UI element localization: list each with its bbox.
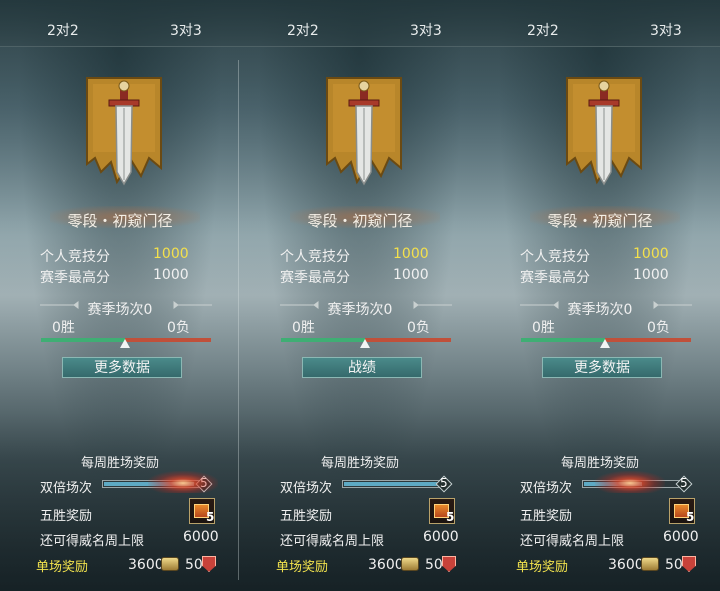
tab-2v2[interactable]: 2对2 bbox=[287, 20, 319, 40]
tab-2v2[interactable]: 2对2 bbox=[47, 20, 79, 40]
double-matches-label: 双倍场次 bbox=[520, 481, 573, 496]
badge-reward-value: 50 bbox=[665, 557, 683, 573]
right-ornament-icon bbox=[653, 301, 692, 309]
right-ornament-icon bbox=[173, 301, 212, 309]
rank-emblem-icon bbox=[566, 77, 642, 186]
more-data-button[interactable]: 更多数据 bbox=[542, 357, 662, 378]
double-matches-label: 双倍场次 bbox=[280, 481, 333, 496]
coin-icon bbox=[401, 557, 419, 571]
shield-icon bbox=[682, 556, 696, 572]
mode-tabs: 2对2 3对3 bbox=[240, 0, 480, 47]
wins-count: 0胜 bbox=[52, 320, 75, 336]
prestige-cap-label: 还可得威名周上限 bbox=[40, 534, 145, 549]
tab-2v2[interactable]: 2对2 bbox=[527, 20, 559, 40]
season-high-label: 赛季最高分 bbox=[280, 270, 350, 286]
arena-panel-1: 2对2 3对3 零段・初窥门径 个人竞技分 1000 赛季最高分 1000 赛季… bbox=[240, 0, 480, 591]
badge-reward-value: 50 bbox=[425, 557, 443, 573]
chest-quantity: 5 bbox=[686, 510, 695, 524]
weekly-reward-title: 每周胜场奖励 bbox=[560, 456, 639, 471]
coin-reward-value: 3600 bbox=[128, 557, 164, 573]
losses-count: 0负 bbox=[647, 320, 670, 336]
personal-score-value: 1000 bbox=[633, 246, 669, 262]
arena-panel-3: 2对2 3对3 零段・初窥门径 个人竞技分 1000 赛季最高分 1000 赛季… bbox=[0, 0, 240, 591]
double-matches-label: 双倍场次 bbox=[40, 481, 93, 496]
double-matches-count: 5 bbox=[680, 476, 688, 490]
tab-3v3[interactable]: 3对3 bbox=[650, 20, 682, 40]
rank-emblem-icon bbox=[86, 77, 162, 186]
season-high-label: 赛季最高分 bbox=[40, 270, 110, 286]
double-matches-bar: 5 bbox=[342, 475, 453, 493]
five-win-label: 五胜奖励 bbox=[520, 509, 573, 524]
losses-count: 0负 bbox=[167, 320, 190, 336]
tab-3v3[interactable]: 3对3 bbox=[170, 20, 202, 40]
five-win-label: 五胜奖励 bbox=[280, 509, 333, 524]
win-loss-marker bbox=[600, 339, 610, 348]
chest-quantity: 5 bbox=[446, 510, 455, 524]
prestige-cap-label: 还可得威名周上限 bbox=[520, 534, 625, 549]
rank-title: 零段・初窥门径 bbox=[67, 212, 173, 230]
chest-quantity: 5 bbox=[206, 510, 215, 524]
shield-icon bbox=[202, 556, 216, 572]
reward-chest-icon[interactable]: 5 bbox=[669, 498, 695, 524]
single-reward-label: 单场奖励 bbox=[516, 560, 569, 575]
bar-glow-effect bbox=[595, 471, 665, 493]
season-high-label: 赛季最高分 bbox=[520, 270, 590, 286]
personal-score-value: 1000 bbox=[153, 246, 189, 262]
coin-icon bbox=[161, 557, 179, 571]
weekly-reward-title: 每周胜场奖励 bbox=[320, 456, 399, 471]
right-ornament-icon bbox=[413, 301, 452, 309]
single-reward-label: 单场奖励 bbox=[276, 560, 329, 575]
season-high-value: 1000 bbox=[393, 267, 429, 283]
win-loss-marker bbox=[360, 339, 370, 348]
weekly-reward-title: 每周胜场奖励 bbox=[80, 456, 159, 471]
reward-chest-icon[interactable]: 5 bbox=[429, 498, 455, 524]
badge-reward-value: 50 bbox=[185, 557, 203, 573]
single-reward-label: 单场奖励 bbox=[36, 560, 89, 575]
prestige-cap-label: 还可得威名周上限 bbox=[280, 534, 385, 549]
personal-score-label: 个人竞技分 bbox=[520, 249, 590, 265]
personal-score-label: 个人竞技分 bbox=[40, 249, 110, 265]
bar-glow-effect bbox=[148, 471, 218, 493]
prestige-cap-value: 6000 bbox=[663, 529, 699, 545]
five-win-label: 五胜奖励 bbox=[40, 509, 93, 524]
prestige-cap-value: 6000 bbox=[423, 529, 459, 545]
rank-title: 零段・初窥门径 bbox=[307, 212, 413, 230]
losses-count: 0负 bbox=[407, 320, 430, 336]
win-loss-marker bbox=[120, 339, 130, 348]
mode-tabs: 2对2 3对3 bbox=[480, 0, 720, 47]
coin-icon bbox=[641, 557, 659, 571]
shield-icon bbox=[442, 556, 456, 572]
more-data-button[interactable]: 更多数据 bbox=[62, 357, 182, 378]
personal-score-value: 1000 bbox=[393, 246, 429, 262]
rank-title: 零段・初窥门径 bbox=[547, 212, 653, 230]
mode-tabs: 2对2 3对3 bbox=[0, 0, 240, 47]
season-high-value: 1000 bbox=[633, 267, 669, 283]
personal-score-label: 个人竞技分 bbox=[280, 249, 350, 265]
record-button[interactable]: 战绩 bbox=[302, 357, 422, 378]
coin-reward-value: 3600 bbox=[368, 557, 404, 573]
season-high-value: 1000 bbox=[153, 267, 189, 283]
panel-divider bbox=[238, 60, 239, 580]
coin-reward-value: 3600 bbox=[608, 557, 644, 573]
reward-chest-icon[interactable]: 5 bbox=[189, 498, 215, 524]
tab-3v3[interactable]: 3对3 bbox=[410, 20, 442, 40]
double-matches-count: 5 bbox=[440, 476, 448, 490]
arena-panel-2: 2对2 3对3 零段・初窥门径 个人竞技分 1000 赛季最高分 1000 赛季… bbox=[480, 0, 720, 591]
wins-count: 0胜 bbox=[532, 320, 555, 336]
rank-emblem-icon bbox=[326, 77, 402, 186]
wins-count: 0胜 bbox=[292, 320, 315, 336]
prestige-cap-value: 6000 bbox=[183, 529, 219, 545]
